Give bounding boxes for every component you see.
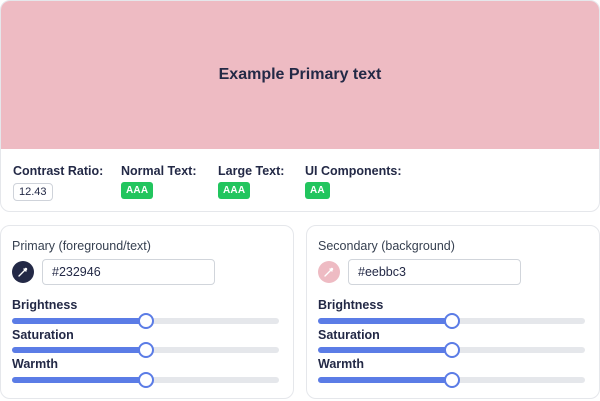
contrast-ratio-stat: Contrast Ratio: 12.43 [13,164,103,201]
large-text-stat: Large Text: AAA [218,164,284,199]
secondary-color-panel: Secondary (background) Brightness Satura… [306,225,600,399]
slider-thumb[interactable] [443,342,460,358]
ui-components-badge: AA [305,182,330,199]
slider-thumb[interactable] [137,313,154,329]
slider-fill [12,318,146,324]
slider-thumb[interactable] [137,372,154,388]
slider-fill [12,347,146,353]
slider-thumb[interactable] [443,372,460,388]
secondary-warmth-slider[interactable] [318,372,585,388]
primary-panel-title: Primary (foreground/text) [12,239,151,253]
normal-text-badge: AAA [121,182,154,199]
primary-warmth-slider[interactable] [12,372,279,388]
secondary-saturation-slider[interactable] [318,342,585,358]
primary-hex-input[interactable] [42,259,215,285]
preview-text: Example Primary text [218,66,382,83]
pipette-icon [18,267,28,277]
large-text-badge: AAA [218,182,251,199]
secondary-panel-title: Secondary (background) [318,239,455,253]
contrast-results: Contrast Ratio: 12.43 Normal Text: AAA L… [13,164,589,204]
primary-saturation-slider[interactable] [12,342,279,358]
secondary-hex-input[interactable] [348,259,521,285]
slider-fill [12,377,146,383]
slider-fill [318,377,452,383]
color-preview-area: Example Primary text [1,1,599,149]
large-text-label: Large Text: [218,164,285,178]
secondary-brightness-label: Brightness [318,298,384,312]
primary-saturation-label: Saturation [12,328,74,342]
pipette-icon [324,267,334,277]
ui-components-label: UI Components: [305,164,402,178]
primary-color-panel: Primary (foreground/text) Brightness Sat… [0,225,294,399]
slider-fill [318,318,452,324]
primary-warmth-label: Warmth [12,357,59,371]
slider-thumb[interactable] [443,313,460,329]
primary-brightness-slider[interactable] [12,313,279,329]
slider-fill [318,347,452,353]
secondary-saturation-label: Saturation [318,328,380,342]
secondary-warmth-label: Warmth [318,357,365,371]
preview-card: Example Primary text Contrast Ratio: 12.… [0,0,600,212]
secondary-swatch[interactable] [318,261,340,283]
primary-brightness-label: Brightness [12,298,78,312]
normal-text-label: Normal Text: [121,164,197,178]
primary-swatch[interactable] [12,261,34,283]
secondary-brightness-slider[interactable] [318,313,585,329]
contrast-ratio-value: 12.43 [13,183,53,201]
slider-thumb[interactable] [137,342,154,358]
normal-text-stat: Normal Text: AAA [121,164,196,199]
ui-components-stat: UI Components: AA [305,164,402,199]
contrast-ratio-label: Contrast Ratio: [13,164,104,178]
